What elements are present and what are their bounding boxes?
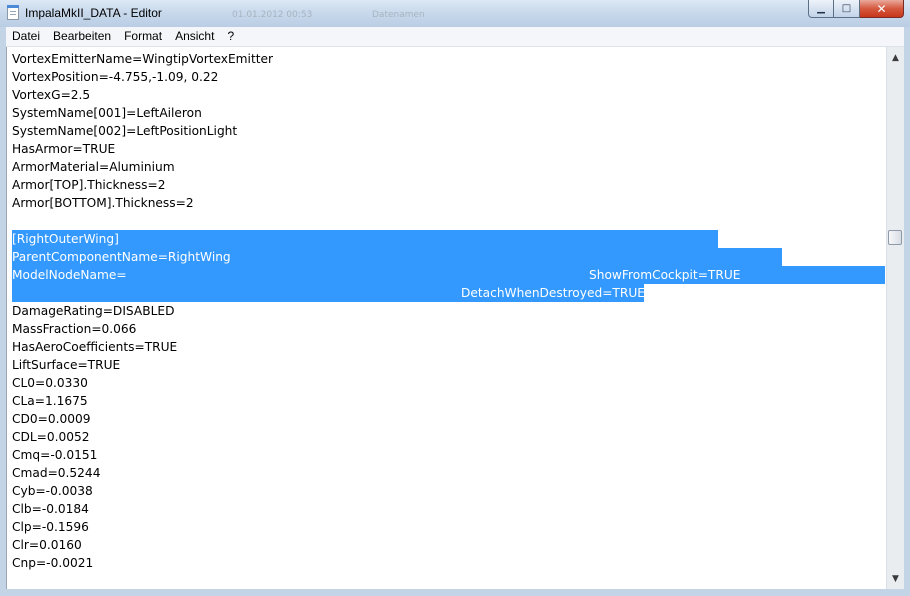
maximize-button[interactable]: □ [834,0,860,18]
notepad-icon[interactable] [7,5,19,20]
menu-bearbeiten[interactable]: Bearbeiten [47,27,118,46]
text-line: ArmorMaterial=Aluminium [12,160,175,174]
minimize-button[interactable]: ▁ [808,0,834,18]
text-line: SystemName[001]=LeftAileron [12,106,202,120]
text-line: CD0=0.0009 [12,412,91,426]
chevron-up-icon: ▲ [892,52,899,63]
title-bar[interactable]: 01.01.2012 00:53 Datenamen ImpalaMkII_DA… [0,0,910,27]
chevron-down-icon: ▼ [892,573,899,584]
text-line: LiftSurface=TRUE [12,358,121,372]
selected-text-fragment: DetachWhenDestroyed=TRUE [461,286,645,300]
minimize-icon: ▁ [817,3,825,14]
text-line: Cnp=-0.0021 [12,556,94,570]
text-line: Cmq=-0.0151 [12,448,98,462]
text-line: Cmad=0.5244 [12,466,101,480]
selected-text-line: ParentComponentName=RightWing [12,250,231,264]
menu-bar: Datei Bearbeiten Format Ansicht ? [6,27,904,47]
selected-text-fragment: ShowFromCockpit=TRUE [589,268,741,282]
text-line: CLa=1.1675 [12,394,88,408]
close-icon: ✕ [876,1,887,16]
scroll-thumb[interactable] [888,230,902,245]
text-line: VortexEmitterName=WingtipVortexEmitter [12,52,274,66]
scroll-down-button[interactable]: ▼ [887,570,904,587]
text-line: MassFraction=0.066 [12,322,137,336]
menu-ansicht[interactable]: Ansicht [169,27,221,46]
text-editor[interactable]: VortexEmitterName=WingtipVortexEmitter V… [6,47,887,590]
text-line: Clp=-0.1596 [12,520,89,534]
text-line: Cyb=-0.0038 [12,484,93,498]
selected-text-line: [RightOuterWing] [12,232,119,246]
text-line: HasAeroCoefficients=TRUE [12,340,178,354]
menu-datei[interactable]: Datei [6,27,47,46]
window-frame-right [904,27,910,596]
selected-text-line: ModelNodeName= [12,268,127,282]
text-line: DamageRating=DISABLED [12,304,175,318]
text-line: Clb=-0.0184 [12,502,89,516]
selection-highlight [12,266,885,284]
menu-help[interactable]: ? [221,27,241,46]
text-line: CL0=0.0330 [12,376,88,390]
text-line: CDL=0.0052 [12,430,90,444]
background-window-text: Datenamen [372,10,425,20]
text-line: HasArmor=TRUE [12,142,116,156]
text-line: Armor[BOTTOM].Thickness=2 [12,196,194,210]
scroll-up-button[interactable]: ▲ [887,49,904,66]
vertical-scrollbar[interactable]: ▲ ▼ [886,47,904,589]
maximize-icon: □ [841,3,852,14]
background-window-text: 01.01.2012 00:53 [232,10,313,20]
text-line: Clr=0.0160 [12,538,82,552]
text-line: Armor[TOP].Thickness=2 [12,178,166,192]
text-line: VortexG=2.5 [12,88,91,102]
close-button[interactable]: ✕ [860,0,904,18]
text-line: VortexPosition=-4.755,-1.09, 0.22 [12,70,219,84]
window-title: ImpalaMkII_DATA - Editor [25,6,162,20]
window-frame-bottom [0,589,910,596]
text-line: SystemName[002]=LeftPositionLight [12,124,238,138]
menu-format[interactable]: Format [118,27,169,46]
